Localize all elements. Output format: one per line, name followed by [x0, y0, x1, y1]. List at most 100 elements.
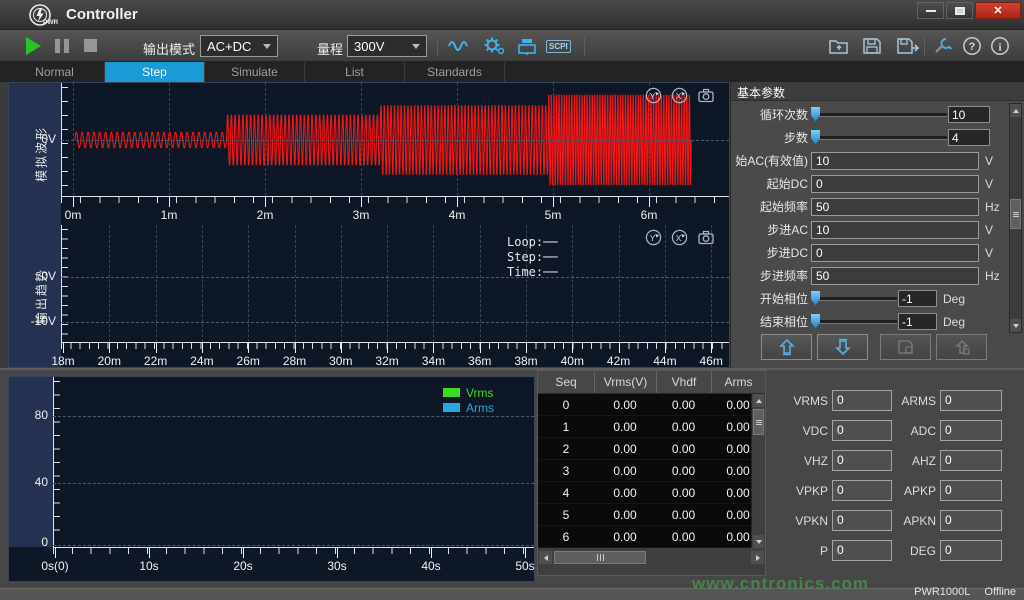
measurement-value[interactable]: 0 [940, 510, 1002, 531]
tab-simulate[interactable]: Simulate [205, 62, 305, 82]
scroll-up-icon[interactable] [1010, 104, 1021, 117]
slider-thumb[interactable] [811, 314, 820, 329]
scrollbar-thumb[interactable] [753, 409, 764, 435]
scroll-up-icon[interactable] [753, 394, 764, 407]
save-params-button[interactable] [880, 334, 931, 360]
save-as-file-icon[interactable] [896, 36, 920, 56]
scroll-left-icon[interactable] [539, 551, 552, 564]
monitor-icon[interactable] [517, 36, 537, 56]
table-row[interactable]: 00.000.000.00 [538, 394, 765, 416]
table-row[interactable]: 10.000.000.00 [538, 416, 765, 438]
scroll-right-icon[interactable] [751, 551, 764, 564]
column-header[interactable]: Vrms(V) [594, 371, 656, 393]
column-header[interactable]: Arms [711, 371, 765, 393]
param-row-input: 步进DC0V [731, 241, 1011, 264]
param-slider[interactable] [813, 136, 947, 140]
minimize-button[interactable] [917, 2, 944, 19]
download-params-button[interactable] [817, 334, 868, 360]
table-row[interactable]: 40.000.000.00 [538, 482, 765, 504]
tab-list[interactable]: List [305, 62, 405, 82]
pause-button[interactable] [55, 39, 69, 53]
tab-normal[interactable]: Normal [5, 62, 105, 82]
param-value[interactable]: -1 [898, 313, 937, 330]
table-row[interactable]: 60.000.000.00 [538, 526, 765, 548]
param-input[interactable]: 10 [811, 221, 979, 239]
measurement-value[interactable]: 0 [832, 540, 892, 561]
tools-wrench-icon[interactable] [932, 36, 954, 56]
table-row[interactable]: 20.000.000.00 [538, 438, 765, 460]
x-autoscale-icon[interactable]: X [671, 229, 688, 246]
param-input[interactable]: 10 [811, 152, 979, 170]
measure-x-axis: 0s(0)10s20s30s40s50s [53, 547, 534, 580]
output-mode-select[interactable]: AC+DC [200, 35, 278, 57]
table-hscrollbar[interactable] [538, 549, 765, 566]
slider-thumb[interactable] [811, 130, 820, 145]
param-input[interactable]: 0 [811, 175, 979, 193]
scroll-down-icon[interactable] [753, 535, 764, 548]
scpi-icon[interactable]: SCPI [546, 40, 571, 53]
maximize-button[interactable] [946, 2, 973, 19]
load-params-button[interactable] [936, 334, 987, 360]
param-label: 循环次数 [731, 106, 811, 123]
param-input[interactable]: 50 [811, 267, 979, 285]
pwr-controller-window: PWR Controller ✕ 输出模式 AC+DC 量程 300V [0, 0, 1024, 600]
scroll-down-icon[interactable] [1010, 319, 1021, 332]
tab-standards[interactable]: Standards [405, 62, 505, 82]
param-value[interactable]: 4 [948, 129, 990, 146]
param-slider[interactable] [813, 113, 947, 117]
param-input[interactable]: 0 [811, 244, 979, 262]
run-button[interactable] [26, 37, 41, 55]
close-button[interactable]: ✕ [975, 2, 1021, 19]
info-icon[interactable]: i [990, 36, 1010, 56]
x-tick-label: 32m [375, 354, 398, 368]
measurement-value[interactable]: 0 [940, 450, 1002, 471]
app-title: Controller [66, 6, 138, 23]
measurement-value[interactable]: 0 [832, 450, 892, 471]
column-header[interactable]: Seq [538, 371, 594, 393]
y-autoscale-icon[interactable]: Y [645, 229, 662, 246]
x-tick-label: 36m [468, 354, 491, 368]
measurement-row: VHZ0AHZ0 [776, 450, 1002, 471]
measurement-value[interactable]: 0 [940, 390, 1002, 411]
main-area: 模拟波形 0V Y X 0m1m2m3m4m5m6m [0, 82, 1024, 368]
measurement-value[interactable]: 0 [832, 480, 892, 501]
measurement-label: P [776, 544, 828, 558]
param-input[interactable]: 50 [811, 198, 979, 216]
table-row[interactable]: 30.000.000.00 [538, 460, 765, 482]
measurement-value[interactable]: 0 [940, 480, 1002, 501]
settings-gear-icon[interactable] [482, 36, 506, 56]
upload-params-button[interactable] [761, 334, 812, 360]
param-slider[interactable] [813, 297, 897, 301]
open-file-icon[interactable] [828, 36, 850, 56]
y-autoscale-icon[interactable]: Y [645, 87, 662, 104]
measurement-value[interactable]: 0 [940, 540, 1002, 561]
save-file-icon[interactable] [862, 36, 882, 56]
slider-thumb[interactable] [811, 291, 820, 306]
measurement-value[interactable]: 0 [940, 420, 1002, 441]
table-vscrollbar[interactable] [751, 394, 765, 548]
params-scrollbar[interactable] [1009, 103, 1022, 333]
column-header[interactable]: Vhdf [656, 371, 711, 393]
tab-step[interactable]: Step [105, 62, 205, 82]
measurement-value[interactable]: 0 [832, 510, 892, 531]
svg-text:i: i [998, 42, 1001, 54]
snapshot-camera-icon[interactable] [697, 87, 715, 104]
waveform-view-icon[interactable] [447, 36, 473, 56]
stop-button[interactable] [84, 39, 97, 52]
help-icon[interactable]: ? [962, 36, 982, 56]
scrollbar-thumb[interactable] [1010, 199, 1021, 229]
measurement-value[interactable]: 0 [832, 390, 892, 411]
measurement-value[interactable]: 0 [832, 420, 892, 441]
trend-annotations: Loop:──Step:──Time:── [507, 235, 558, 280]
range-select[interactable]: 300V [347, 35, 427, 57]
snapshot-camera-icon[interactable] [697, 229, 715, 246]
table-row[interactable]: 50.000.000.00 [538, 504, 765, 526]
x-autoscale-icon[interactable]: X [671, 87, 688, 104]
x-tick-label: 6m [641, 208, 658, 222]
param-value[interactable]: 10 [948, 106, 990, 123]
scrollbar-thumb[interactable] [554, 551, 646, 564]
gridline-vertical [202, 225, 203, 342]
param-slider[interactable] [813, 320, 897, 324]
slider-thumb[interactable] [811, 107, 820, 122]
param-value[interactable]: -1 [898, 290, 937, 307]
